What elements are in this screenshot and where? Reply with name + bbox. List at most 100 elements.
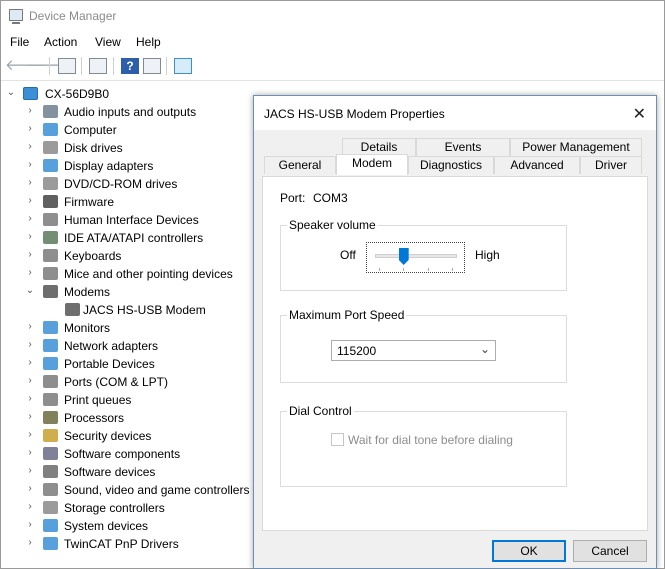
speaker-icon (43, 105, 58, 118)
properties-dialog: JACS HS-USB Modem Properties ✕ Details E… (253, 95, 657, 569)
tree-category-item[interactable]: › Monitors (1, 319, 261, 337)
tree-category-item[interactable]: › Human Interface Devices (1, 211, 261, 229)
cancel-button[interactable]: Cancel (573, 540, 647, 562)
tree-category-item[interactable]: › Software devices (1, 463, 261, 481)
menu-file[interactable]: File (10, 35, 29, 49)
menu-action[interactable]: Action (44, 35, 77, 49)
tab-general[interactable]: General (264, 156, 336, 174)
chevron-right-icon[interactable]: › (25, 411, 35, 422)
tree-category-item[interactable]: › Network adapters (1, 337, 261, 355)
tree-category-item[interactable]: › TwinCAT PnP Drivers (1, 535, 261, 553)
chevron-right-icon[interactable]: › (25, 447, 35, 458)
chevron-right-icon[interactable]: › (25, 429, 35, 440)
tab-modem[interactable]: Modem (336, 154, 408, 175)
tree-item-label: Mice and other pointing devices (64, 267, 233, 281)
tree-item-label: Network adapters (64, 339, 159, 353)
tree-item-label: Modems (64, 285, 111, 299)
tree-category-item[interactable]: › Mice and other pointing devices (1, 265, 261, 283)
menu-help[interactable]: Help (136, 35, 161, 49)
tab-power-management[interactable]: Power Management (510, 138, 642, 156)
chevron-right-icon[interactable]: › (25, 357, 35, 368)
chevron-right-icon[interactable]: › (25, 321, 35, 332)
tab-events[interactable]: Events (416, 138, 510, 156)
chevron-right-icon[interactable]: › (25, 141, 35, 152)
tree-item-label: IDE ATA/ATAPI controllers (64, 231, 204, 245)
tree-item-label: System devices (64, 519, 149, 533)
tab-diagnostics[interactable]: Diagnostics (408, 156, 494, 174)
chevron-right-icon[interactable]: › (25, 177, 35, 188)
max-port-speed-group: Maximum Port Speed 115200 ⌄ (280, 308, 567, 383)
chevron-right-icon[interactable]: › (25, 195, 35, 206)
slider-thumb[interactable] (398, 248, 409, 265)
forward-arrow-icon[interactable]: 🡒 (26, 58, 66, 74)
tree-category-item[interactable]: › Storage controllers (1, 499, 261, 517)
tree-category-item[interactable]: › Firmware (1, 193, 261, 211)
action-pane-icon[interactable] (143, 58, 161, 74)
chevron-right-icon[interactable]: › (25, 465, 35, 476)
chevron-down-icon: ⌄ (479, 342, 490, 356)
max-port-speed-label: Maximum Port Speed (287, 308, 407, 322)
back-arrow-icon[interactable]: 🡐 (5, 58, 45, 74)
tree-root[interactable]: ⌄ CX-56D9B0 (1, 85, 261, 103)
volume-slider[interactable] (366, 242, 465, 273)
tree-category-item[interactable]: › System devices (1, 517, 261, 535)
wait-for-dial-tone-checkbox[interactable] (331, 433, 344, 446)
tree-category-item[interactable]: › IDE ATA/ATAPI controllers (1, 229, 261, 247)
tree-category-item[interactable]: › Keyboards (1, 247, 261, 265)
tree-category-item[interactable]: › DVD/CD-ROM drives (1, 175, 261, 193)
chevron-down-icon[interactable]: ⌄ (25, 285, 35, 296)
chevron-right-icon[interactable]: › (25, 213, 35, 224)
dialog-title: JACS HS-USB Modem Properties (264, 107, 445, 121)
tree-category-item[interactable]: › Portable Devices (1, 355, 261, 373)
tree-category-item[interactable]: › Processors (1, 409, 261, 427)
port-speed-select[interactable]: 115200 ⌄ (331, 340, 496, 361)
tree-device-item[interactable]: JACS HS-USB Modem (1, 301, 261, 319)
tree-category-item[interactable]: › Print queues (1, 391, 261, 409)
tree-category-item[interactable]: › Security devices (1, 427, 261, 445)
tree-category-item[interactable]: › Ports (COM & LPT) (1, 373, 261, 391)
chevron-right-icon[interactable]: › (25, 519, 35, 530)
tree-category-item[interactable]: › Display adapters (1, 157, 261, 175)
software-device-icon (43, 465, 58, 478)
tab-driver[interactable]: Driver (580, 156, 642, 174)
tree-item-label: Audio inputs and outputs (64, 105, 197, 119)
properties-icon[interactable] (89, 58, 107, 74)
chevron-right-icon[interactable]: › (25, 267, 35, 278)
scan-hardware-icon[interactable] (174, 58, 192, 74)
help-icon[interactable]: ? (121, 58, 139, 74)
port-value: COM3 (313, 191, 348, 205)
chevron-right-icon[interactable]: › (25, 249, 35, 260)
tree-category-item[interactable]: ⌄ Modems (1, 283, 261, 301)
tree-item-label: Portable Devices (64, 357, 155, 371)
firmware-icon (43, 195, 58, 208)
tree-category-item[interactable]: › Sound, video and game controllers (1, 481, 261, 499)
chevron-right-icon[interactable]: › (25, 537, 35, 548)
ok-button[interactable]: OK (492, 540, 566, 562)
chevron-right-icon[interactable]: › (25, 105, 35, 116)
close-icon[interactable]: ✕ (633, 104, 646, 124)
volume-off-label: Off (340, 248, 356, 262)
slider-track (375, 254, 457, 258)
chevron-right-icon[interactable]: › (25, 501, 35, 512)
tree-category-item[interactable]: › Audio inputs and outputs (1, 103, 261, 121)
chevron-right-icon[interactable]: › (25, 375, 35, 386)
chevron-right-icon[interactable]: › (25, 339, 35, 350)
menu-view[interactable]: View (95, 35, 121, 49)
tree-item-label: Sound, video and game controllers (64, 483, 250, 497)
tree-item-label: Keyboards (64, 249, 122, 263)
chevron-right-icon[interactable]: › (25, 483, 35, 494)
tree-item-label: Human Interface Devices (64, 213, 199, 227)
chevron-right-icon[interactable]: › (25, 393, 35, 404)
chevron-down-icon[interactable]: ⌄ (6, 87, 16, 98)
show-hide-console-tree-icon[interactable] (58, 58, 76, 74)
tab-advanced[interactable]: Advanced (494, 156, 580, 174)
tree-category-item[interactable]: › Computer (1, 121, 261, 139)
chevron-right-icon[interactable]: › (25, 123, 35, 134)
ide-icon (43, 231, 58, 244)
tree-category-item[interactable]: › Software components (1, 445, 261, 463)
chevron-right-icon[interactable]: › (25, 159, 35, 170)
chevron-right-icon[interactable]: › (25, 231, 35, 242)
device-manager-icon (9, 9, 23, 24)
tree-item-label: Processors (64, 411, 125, 425)
tree-category-item[interactable]: › Disk drives (1, 139, 261, 157)
